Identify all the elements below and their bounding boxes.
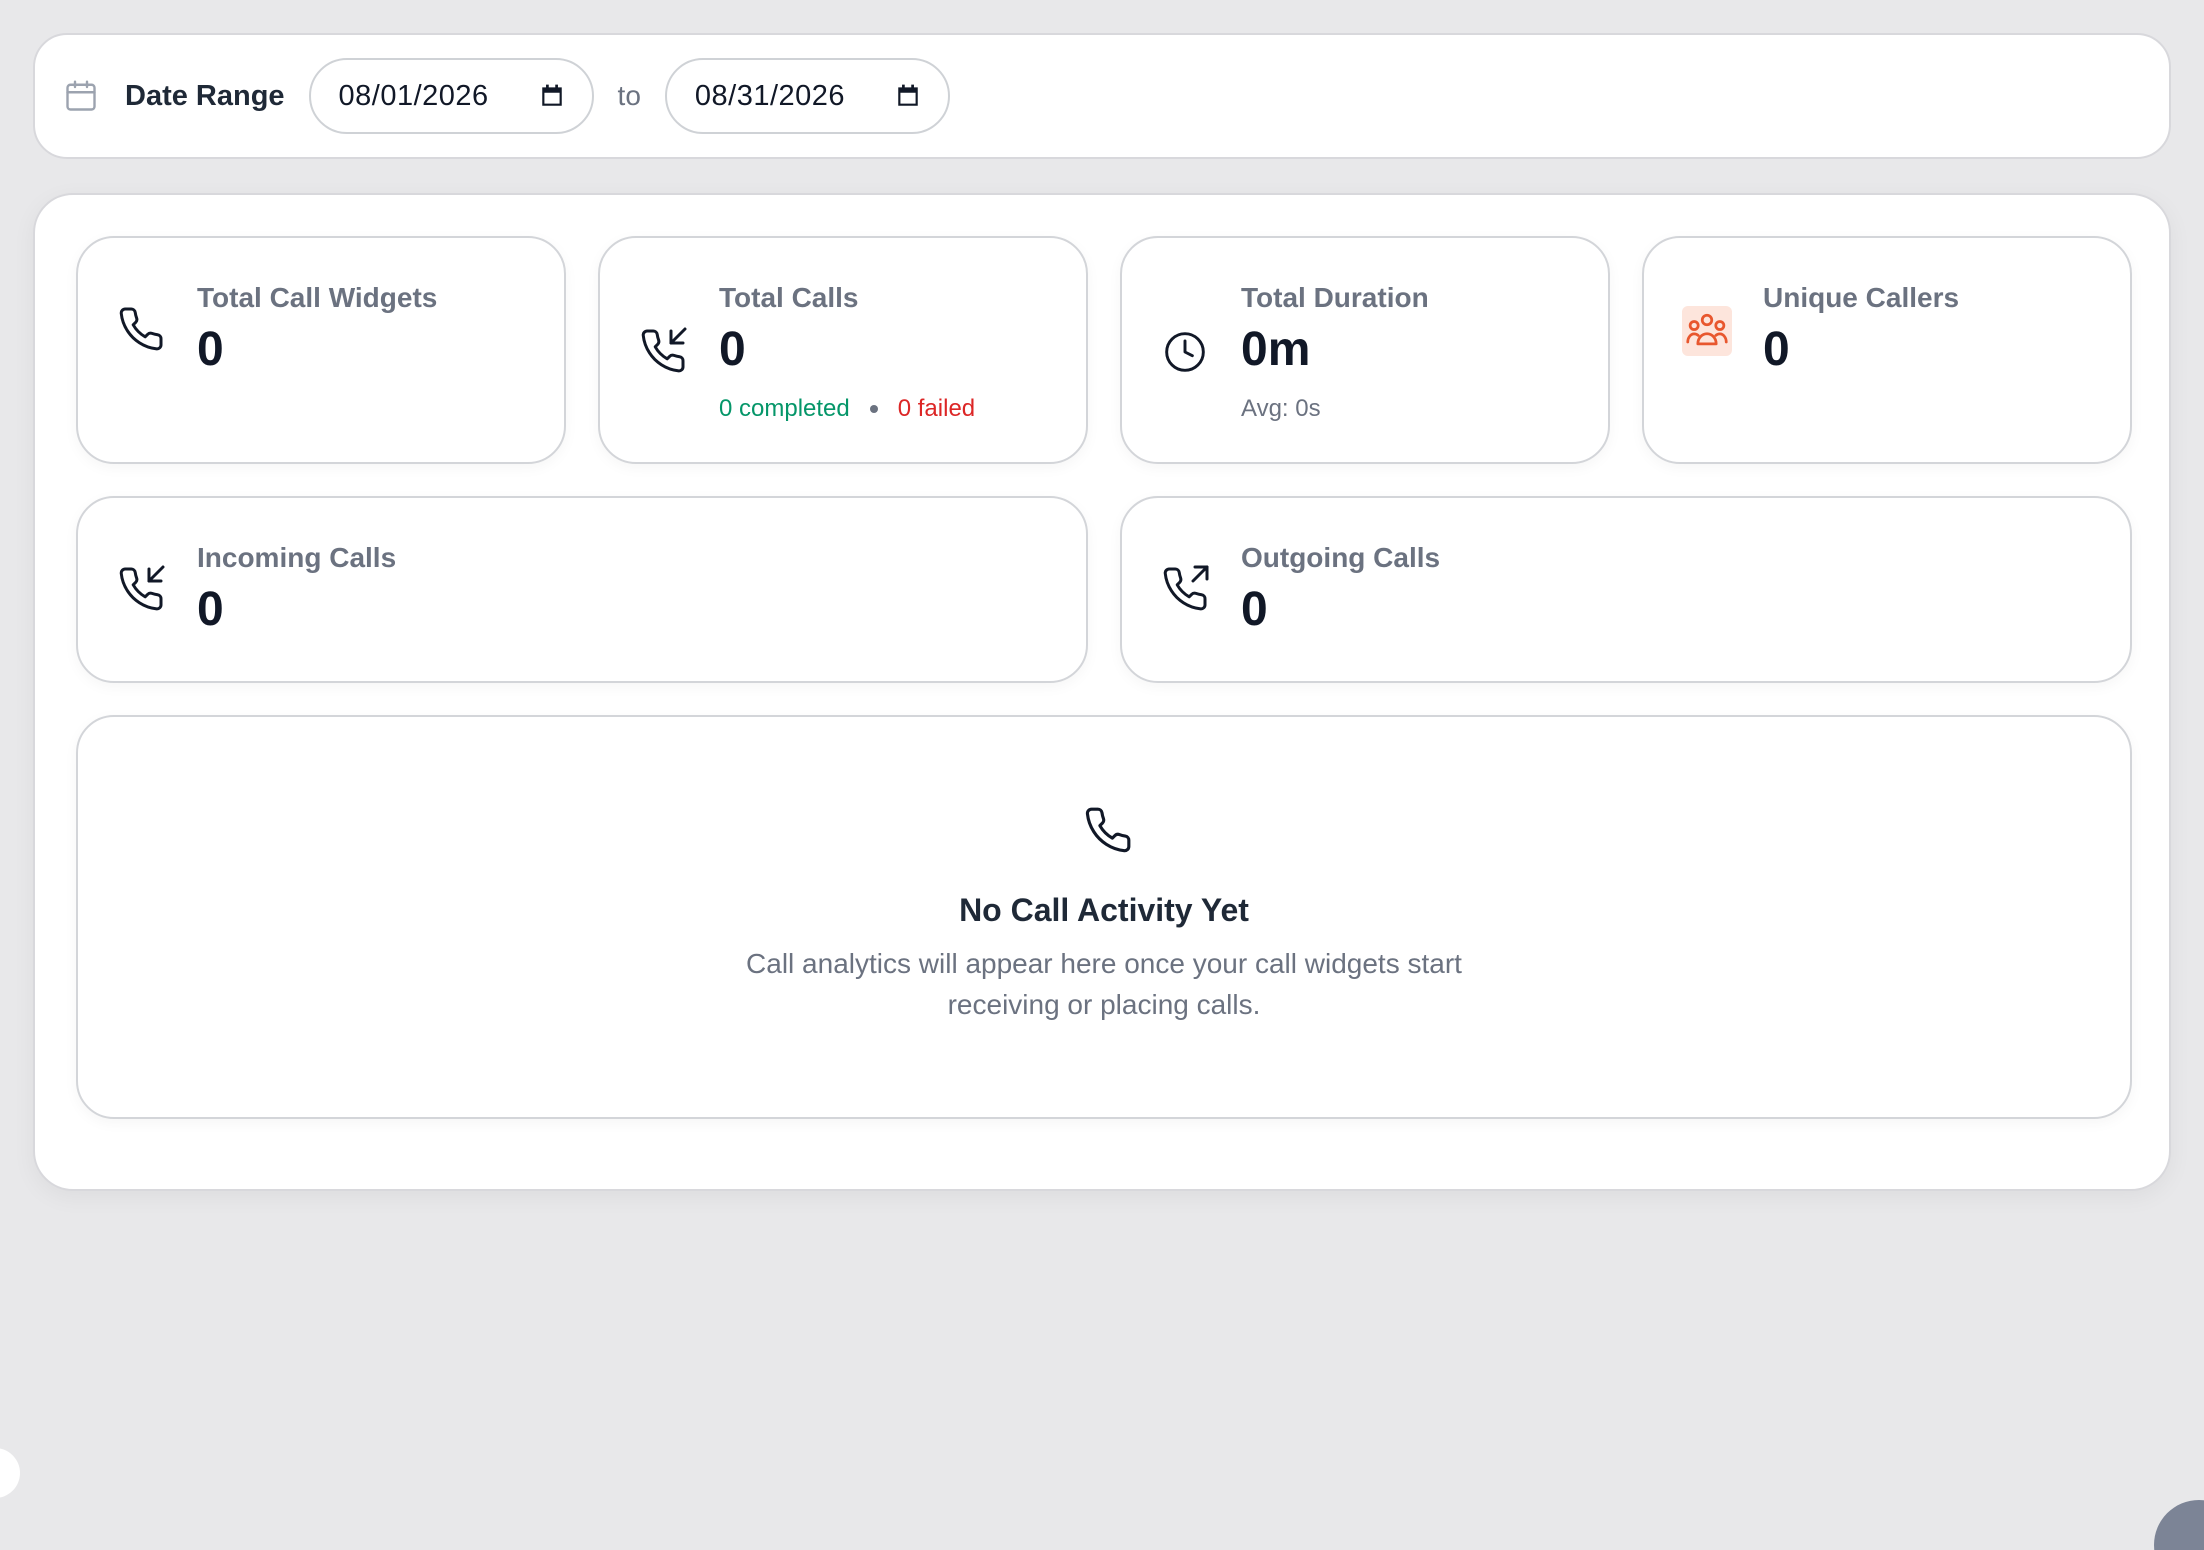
start-date-input[interactable]: 08/01/2026 [308,58,594,134]
stat-label: Unique Callers [1763,282,1960,313]
separator-dot [869,405,878,413]
average-duration: Avg: 0s [1241,395,1321,422]
empty-state-description: Call analytics will appear here once you… [78,943,2130,1025]
phone-incoming-icon [116,564,166,614]
clock-icon [1160,327,1210,377]
corner-decoration [2154,1500,2204,1550]
stat-label: Outgoing Calls [1241,542,1441,573]
floating-handle[interactable] [0,1448,20,1498]
empty-state-card: No Call Activity Yet Call analytics will… [76,715,2132,1119]
stat-card-total-calls: Total Calls 0 0 completed 0 failed [598,236,1088,464]
empty-state-description-line: receiving or placing calls. [947,989,1261,1020]
stat-value: 0 [719,323,746,376]
start-date-value: 08/01/2026 [338,79,489,112]
users-icon [1682,306,1732,356]
stat-label: Incoming Calls [197,542,397,573]
stat-card-unique-callers: Unique Callers 0 [1642,236,2132,464]
date-range-bar: Date Range 08/01/2026 to 08/31/2026 [33,33,2171,159]
stat-value: 0 [1763,323,1790,376]
stat-card-total-duration: Total Duration 0m Avg: 0s [1120,236,1610,464]
end-date-value: 08/31/2026 [694,79,846,112]
calendar-picker-icon[interactable] [538,82,566,110]
failed-count: 0 failed [897,395,976,422]
date-range-separator: to [617,80,641,111]
phone-icon [116,304,166,354]
call-status-summary: 0 completed 0 failed [719,395,975,423]
stat-value: 0 [1241,583,1268,636]
stat-value: 0 [197,583,224,636]
empty-state-description-line: Call analytics will appear here once you… [746,948,1462,979]
stat-label: Total Call Widgets [197,282,438,313]
phone-outgoing-icon [1160,564,1210,614]
stat-label: Total Duration [1241,282,1429,313]
end-date-input[interactable]: 08/31/2026 [664,58,950,134]
completed-count: 0 completed [719,395,850,422]
call-analytics-panel: Total Call Widgets 0 Total Calls 0 0 com… [33,193,2171,1191]
empty-state-title: No Call Activity Yet [959,892,1249,928]
phone-icon [1083,805,1133,855]
stat-label: Total Calls [719,282,859,313]
phone-incoming-icon [638,326,688,376]
stat-value: 0m [1241,323,1311,376]
calendar-picker-icon[interactable] [894,82,922,110]
stat-value: 0 [197,323,224,376]
stat-card-total-call-widgets: Total Call Widgets 0 [76,236,566,464]
stat-card-incoming-calls: Incoming Calls 0 [76,496,1088,683]
date-range-label: Date Range [125,79,285,112]
stat-card-outgoing-calls: Outgoing Calls 0 [1120,496,2132,683]
calendar-icon [63,76,103,116]
